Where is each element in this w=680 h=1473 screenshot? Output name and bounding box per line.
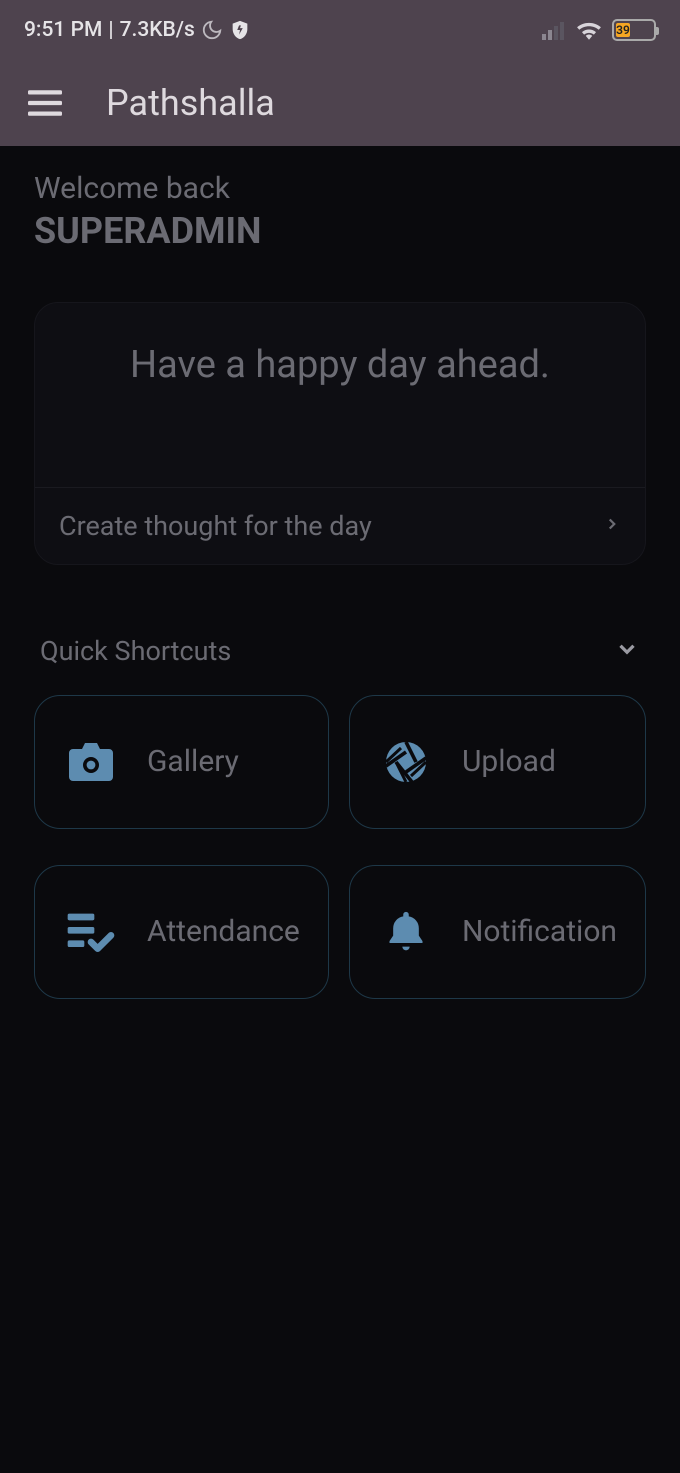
status-speed: 7.3KB/s [120,18,195,42]
shortcut-gallery[interactable]: Gallery [34,695,329,829]
status-right: 39 [542,19,656,41]
aperture-icon [378,738,434,786]
shortcut-notification[interactable]: Notification [349,865,646,999]
shortcut-label: Notification [462,914,617,949]
shortcut-label: Gallery [147,744,239,779]
battery-icon: 39 [612,19,656,41]
status-divider: | [108,18,113,42]
thought-card: Have a happy day ahead. Create thought f… [34,302,646,565]
signal-icon [542,20,566,40]
shortcut-label: Upload [462,744,556,779]
create-thought-button[interactable]: Create thought for the day [35,487,645,564]
status-bar: 9:51 PM | 7.3KB/s 39 [0,0,680,60]
shortcuts-header[interactable]: Quick Shortcuts [34,635,646,667]
shortcut-attendance[interactable]: Attendance [34,865,329,999]
shortcuts-title: Quick Shortcuts [40,635,231,667]
status-left: 9:51 PM | 7.3KB/s [24,18,251,42]
create-thought-label: Create thought for the day [59,510,372,542]
shortcuts-grid: Gallery Upload Attendance Notification [34,695,646,999]
bell-icon [378,908,434,956]
welcome-greeting: Welcome back [34,170,646,208]
shortcut-label: Attendance [147,914,300,949]
chevron-right-icon [603,515,621,537]
hamburger-menu-icon[interactable] [28,90,62,116]
app-bar: Pathshalla [0,60,680,146]
welcome-username: SUPERADMIN [34,210,646,252]
battery-level: 39 [616,23,630,37]
wifi-icon [576,20,602,40]
checklist-icon [63,912,119,952]
status-time: 9:51 PM [24,18,102,42]
chevron-down-icon [614,636,640,666]
moon-icon [201,19,223,41]
shortcut-upload[interactable]: Upload [349,695,646,829]
camera-icon [63,741,119,783]
thought-text: Have a happy day ahead. [35,303,645,487]
app-title: Pathshalla [106,82,275,124]
main-content: Welcome back SUPERADMIN Have a happy day… [0,146,680,1023]
shield-charging-icon [229,19,251,41]
